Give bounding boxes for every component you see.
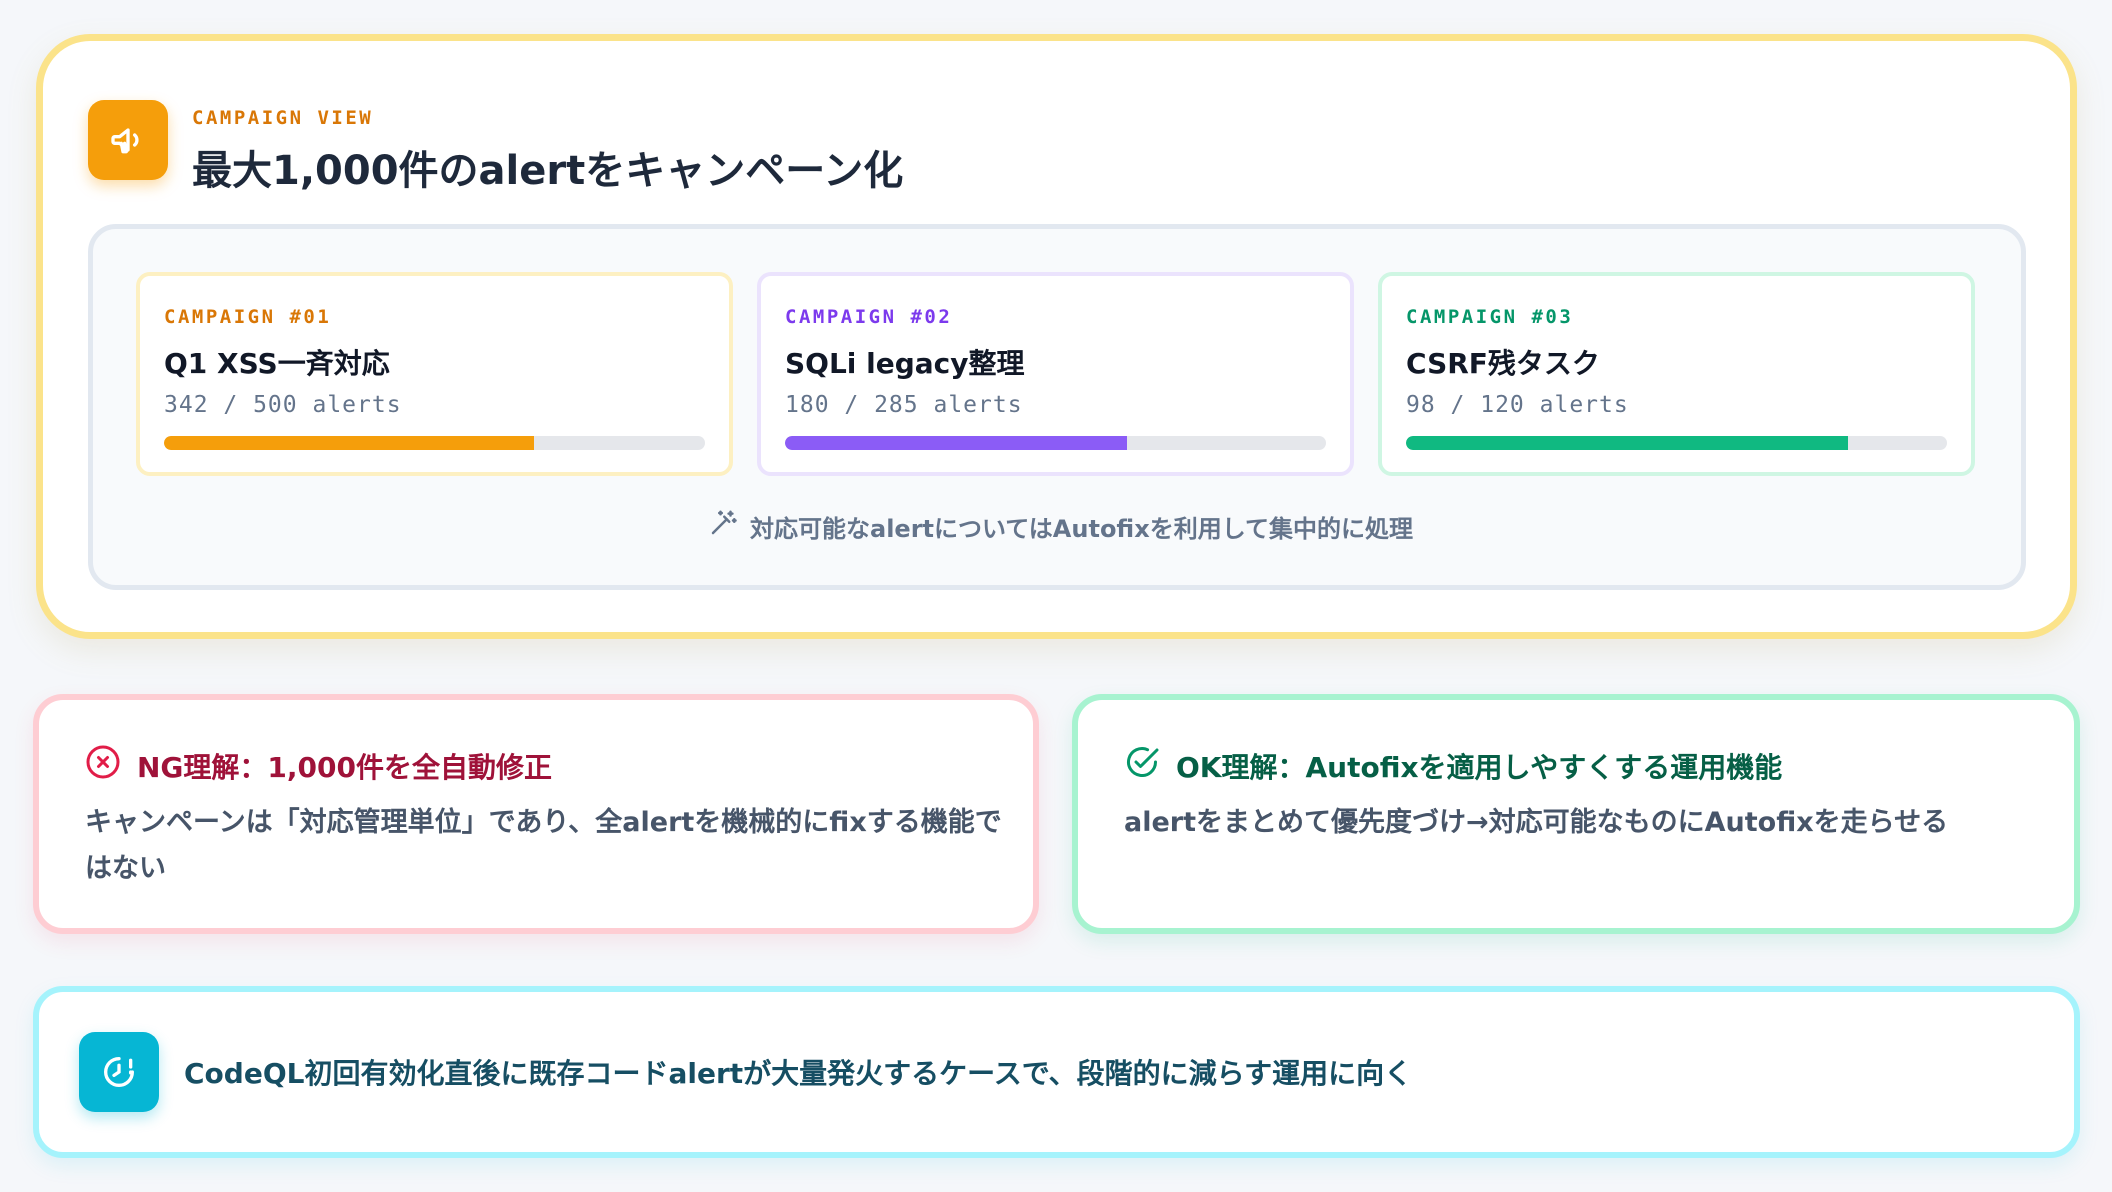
progress-fill xyxy=(785,436,1127,450)
ok-body: alertをまとめて優先度づけ→対応可能なものにAutofixを走らせる xyxy=(1124,807,1949,838)
autofix-note: 対応可能なalertについてはAutofixを利用して集中的に処理 xyxy=(708,508,1413,544)
ok-heading: OK理解：Autofixを適用しやすくする運用機能 xyxy=(1124,744,1782,787)
clock-alert-icon xyxy=(79,1032,159,1112)
campaign-name: CSRF残タスク xyxy=(1406,347,1600,380)
ok-title: OK理解：Autofixを適用しやすくする運用機能 xyxy=(1176,750,1783,784)
campaign-alert-count: 98 / 120 alerts xyxy=(1406,392,1629,418)
eyebrow-label: CAMPAIGN VIEW xyxy=(192,107,374,129)
campaign-name: SQLi legacy整理 xyxy=(785,347,1025,380)
magic-wand-icon xyxy=(708,508,738,544)
ng-title: NG理解：1,000件を全自動修正 xyxy=(137,750,552,784)
campaign-alert-count: 180 / 285 alerts xyxy=(785,392,1023,418)
check-circle-icon xyxy=(1124,744,1160,787)
campaign-card-01[interactable]: CAMPAIGN #01 Q1 XSS一斉対応 342 / 500 alerts xyxy=(136,272,733,476)
progress-fill xyxy=(1406,436,1848,450)
progress-bar xyxy=(1406,436,1947,450)
progress-bar xyxy=(164,436,705,450)
progress-fill xyxy=(164,436,535,450)
campaign-name: Q1 XSS一斉対応 xyxy=(164,347,390,380)
ng-card: NG理解：1,000件を全自動修正 キャンペーンは「対応管理単位」であり、全al… xyxy=(33,694,1039,934)
x-circle-icon xyxy=(85,744,121,787)
use-case-text: CodeQL初回有効化直後に既存コードalertが大量発火するケースで、段階的に… xyxy=(184,1057,1413,1090)
megaphone-icon xyxy=(88,100,168,180)
campaign-card-02[interactable]: CAMPAIGN #02 SQLi legacy整理 180 / 285 ale… xyxy=(757,272,1354,476)
campaign-alert-count: 342 / 500 alerts xyxy=(164,392,402,418)
campaign-tag: CAMPAIGN #02 xyxy=(785,306,953,328)
campaign-tag: CAMPAIGN #01 xyxy=(164,306,332,328)
page-title: 最大1,000件のalertをキャンペーン化 xyxy=(192,148,904,194)
campaign-tag: CAMPAIGN #03 xyxy=(1406,306,1574,328)
ng-heading: NG理解：1,000件を全自動修正 xyxy=(85,744,552,787)
campaign-card-03[interactable]: CAMPAIGN #03 CSRF残タスク 98 / 120 alerts xyxy=(1378,272,1975,476)
progress-bar xyxy=(785,436,1326,450)
autofix-note-text: 対応可能なalertについてはAutofixを利用して集中的に処理 xyxy=(750,514,1413,543)
ok-card: OK理解：Autofixを適用しやすくする運用機能 alertをまとめて優先度づ… xyxy=(1072,694,2080,934)
ng-body: キャンペーンは「対応管理単位」であり、全alertを機械的にfixする機能ではな… xyxy=(85,807,1002,884)
